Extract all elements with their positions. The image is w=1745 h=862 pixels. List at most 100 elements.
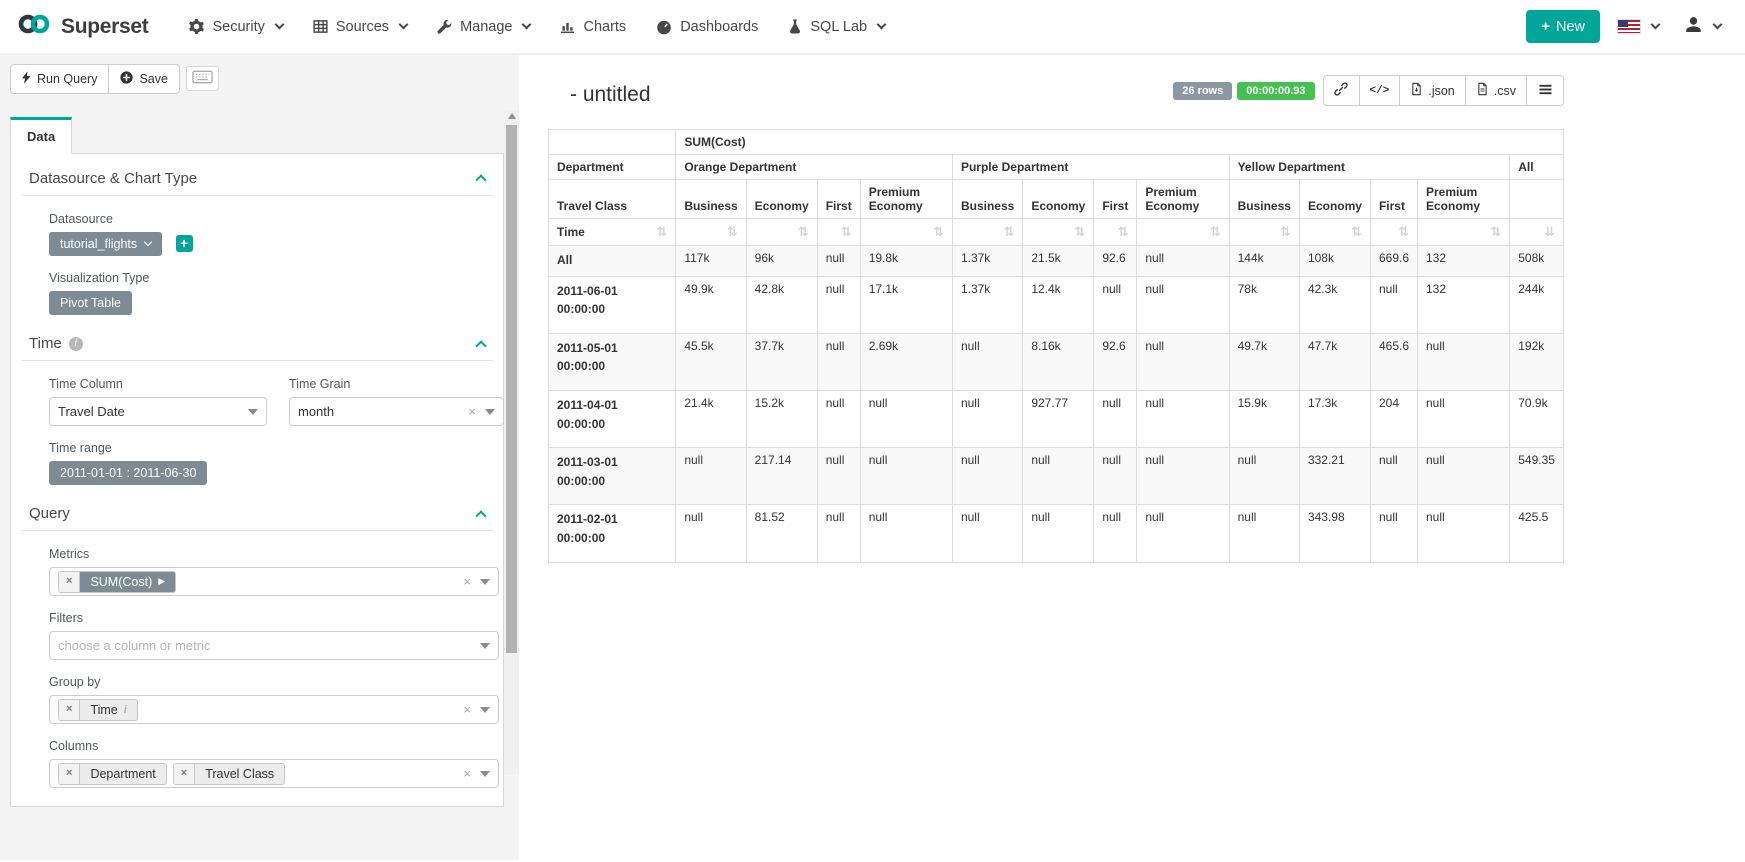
superset-logo[interactable]: Superset: [16, 12, 148, 41]
sort-header[interactable]: ⇅: [1229, 219, 1299, 246]
sort-header[interactable]: ⇅: [1418, 219, 1510, 246]
nav-item-dashboards[interactable]: Dashboards: [641, 11, 773, 43]
pivot-cell: 669.6: [1370, 246, 1417, 277]
pivot-cell: 17.1k: [860, 276, 952, 333]
new-button-label: New: [1556, 19, 1585, 35]
export-csv-button[interactable]: .csv: [1466, 75, 1527, 106]
time-range-pill[interactable]: 2011-01-01 : 2011-06-30: [49, 461, 207, 485]
edit-datasource-button[interactable]: +: [176, 235, 193, 252]
metric-row: SUM(Cost): [549, 130, 1564, 155]
run-query-button[interactable]: Run Query: [10, 64, 109, 94]
nav-item-security[interactable]: Security: [174, 11, 297, 43]
clear-icon[interactable]: ×: [463, 575, 471, 588]
viz-type-pill[interactable]: Pivot Table: [49, 291, 132, 315]
viz-type-label: Visualization Type: [49, 271, 493, 285]
sort-header[interactable]: ⇅: [860, 219, 952, 246]
columns-token[interactable]: × Travel Class: [173, 763, 285, 785]
chart-options-button[interactable]: [1527, 75, 1564, 106]
chart-title[interactable]: - untitled: [570, 83, 651, 107]
view-query-button[interactable]: </>: [1360, 75, 1401, 106]
sort-icon[interactable]: ⇅: [1280, 225, 1291, 238]
sort-icon[interactable]: ⇅: [656, 225, 667, 238]
remove-token-icon[interactable]: ×: [59, 572, 80, 592]
metrics-select[interactable]: × SUM(Cost)▶ ×: [49, 567, 499, 596]
language-selector[interactable]: [1610, 14, 1667, 39]
remove-token-icon[interactable]: ×: [59, 700, 80, 720]
section-header-query[interactable]: Query: [21, 505, 493, 531]
nav-item-sql-lab[interactable]: SQL Lab: [773, 11, 900, 43]
pivot-cell: 132: [1418, 276, 1510, 333]
filters-select[interactable]: choose a column or metric: [49, 631, 499, 660]
columns-select[interactable]: × Department × Travel Class ×: [49, 759, 499, 788]
clear-icon[interactable]: ×: [463, 767, 471, 780]
sort-icon[interactable]: ⇅: [1210, 225, 1221, 238]
sort-icon[interactable]: ⇅: [1117, 225, 1128, 238]
remove-token-icon[interactable]: ×: [59, 764, 80, 784]
groupby-token[interactable]: × Timei: [58, 699, 138, 721]
query-timer-badge: 00:00:00.93: [1237, 82, 1314, 100]
sort-header[interactable]: ⇅: [952, 219, 1022, 246]
sort-icon[interactable]: ⇅: [1490, 225, 1501, 238]
sort-icon[interactable]: ⇅: [1351, 225, 1362, 238]
sort-header[interactable]: ⇅: [746, 219, 817, 246]
clear-icon[interactable]: ×: [463, 703, 471, 716]
sort-icon[interactable]: ⇅: [841, 225, 852, 238]
nav-item-sources[interactable]: Sources: [298, 11, 422, 43]
remove-token-icon[interactable]: ×: [174, 764, 195, 784]
short-link-button[interactable]: [1323, 75, 1360, 106]
sort-icon[interactable]: ⇅: [798, 225, 809, 238]
result-header: - untitled 26 rows 00:00:00.93 </> .j: [548, 75, 1564, 107]
class-header-cell: Premium Economy: [1418, 180, 1510, 219]
sort-header[interactable]: ⇅: [1137, 219, 1229, 246]
sort-header[interactable]: ⇅: [1370, 219, 1417, 246]
pivot-row: 2011-03-0100:00:00null217.14nullnullnull…: [549, 448, 1564, 505]
tab-data[interactable]: Data: [10, 117, 72, 154]
sort-header[interactable]: ⇅: [1023, 219, 1094, 246]
time-grain-select[interactable]: month ×: [289, 397, 504, 426]
sort-icon[interactable]: ⇅: [1074, 225, 1085, 238]
user-menu[interactable]: [1677, 10, 1729, 44]
sort-icon[interactable]: ⇅: [1003, 225, 1014, 238]
hamburger-icon: [1538, 83, 1553, 99]
sort-icon[interactable]: ⇅: [727, 225, 738, 238]
metric-token[interactable]: × SUM(Cost)▶: [58, 571, 176, 593]
section-header-datasource[interactable]: Datasource & Chart Type: [21, 170, 493, 196]
time-grain-label: Time Grain: [289, 377, 504, 391]
nav-item-charts[interactable]: Charts: [545, 11, 641, 43]
pivot-cell: 81.52: [746, 505, 817, 562]
sort-header[interactable]: ⇅: [1094, 219, 1137, 246]
metrics-label: Metrics: [49, 547, 493, 561]
class-header-cell: Premium Economy: [1137, 180, 1229, 219]
sort-amount-header[interactable]: ⇊: [1510, 219, 1564, 246]
sort-amount-desc-icon[interactable]: ⇊: [1544, 225, 1555, 238]
columns-token[interactable]: × Department: [58, 763, 167, 785]
time-column-select[interactable]: Travel Date: [49, 397, 267, 426]
pivot-cell: 92.6: [1094, 333, 1137, 390]
new-button[interactable]: + New: [1526, 10, 1600, 43]
clear-icon[interactable]: ×: [468, 405, 476, 418]
nav-item-label: Dashboards: [680, 19, 758, 35]
keyboard-shortcuts-button[interactable]: [186, 66, 219, 91]
class-header-empty-cell: [1510, 180, 1564, 219]
save-button[interactable]: Save: [109, 64, 180, 94]
scrollbar-thumb[interactable]: [506, 125, 517, 653]
result-actions: 26 rows 00:00:00.93 </> .json: [1168, 75, 1564, 106]
pivot-cell: 204: [1370, 390, 1417, 447]
time-sort-header[interactable]: Time⇅: [549, 219, 676, 246]
sort-icon[interactable]: ⇅: [933, 225, 944, 238]
panel-scrollbar[interactable]: [504, 110, 519, 775]
sort-header[interactable]: ⇅: [676, 219, 746, 246]
sort-icon[interactable]: ⇅: [1398, 225, 1409, 238]
datasource-pill[interactable]: tutorial_flights: [49, 232, 162, 256]
export-json-button[interactable]: .json: [1400, 75, 1465, 106]
sort-header[interactable]: ⇅: [1299, 219, 1370, 246]
groupby-select[interactable]: × Timei ×: [49, 695, 499, 724]
datasource-value: tutorial_flights: [60, 236, 137, 252]
nav-item-manage[interactable]: Manage: [422, 11, 545, 43]
sort-header[interactable]: ⇅: [817, 219, 860, 246]
scroll-up-arrow[interactable]: [508, 113, 516, 119]
class-header-cell: First: [817, 180, 860, 219]
pivot-cell: null: [1370, 448, 1417, 505]
pivot-cell: null: [1137, 246, 1229, 277]
section-header-time[interactable]: Time i: [21, 335, 493, 361]
